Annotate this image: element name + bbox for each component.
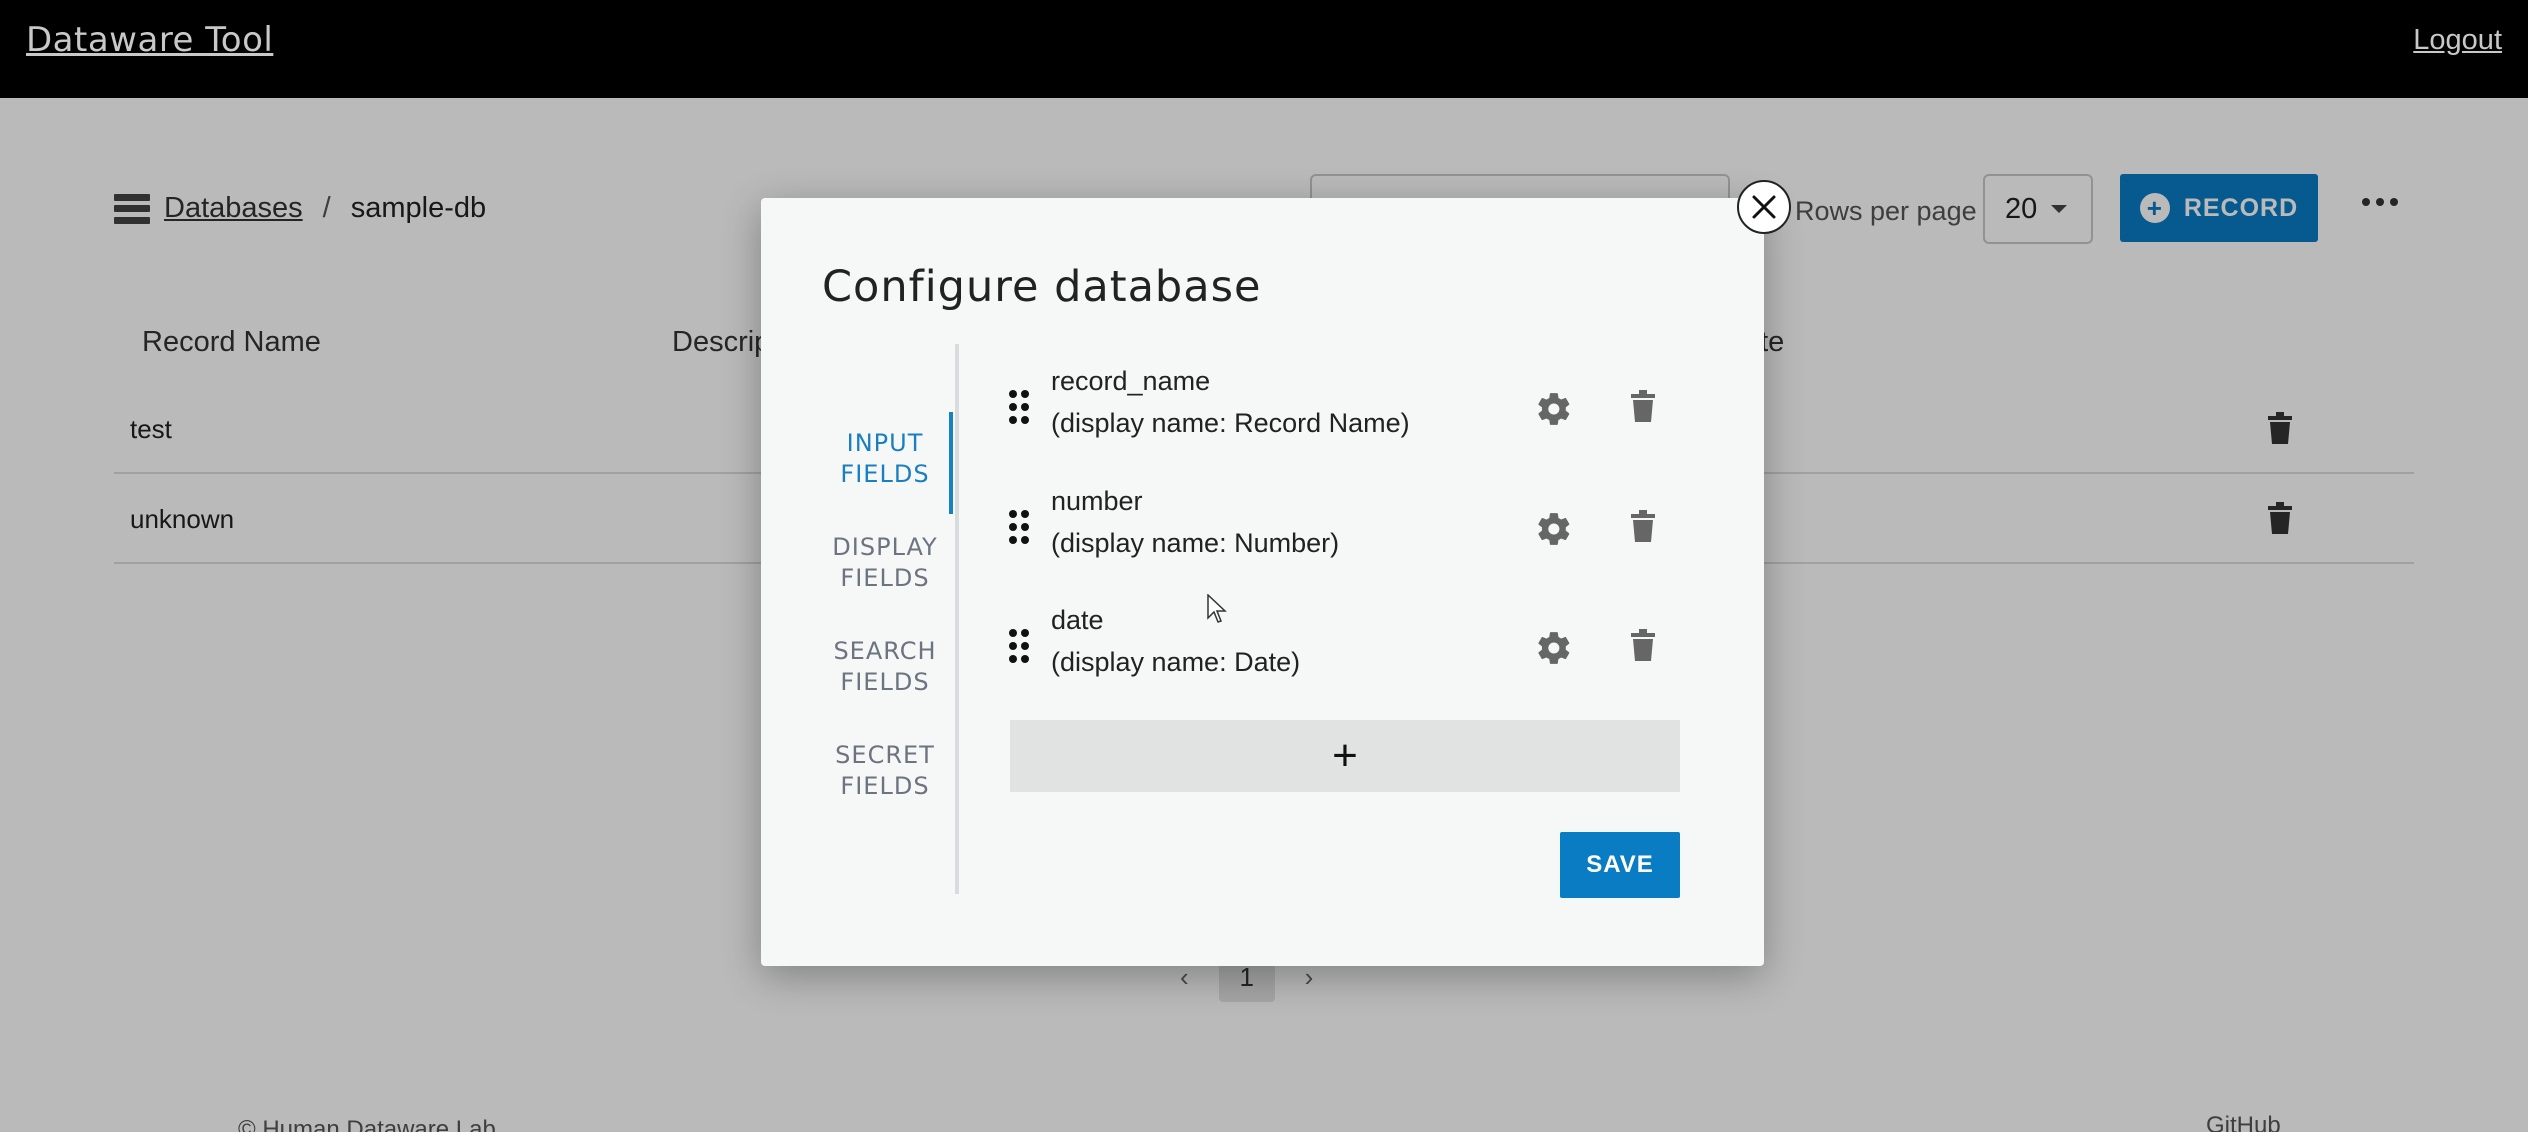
- field-item[interactable]: record_name (display name: Record Name): [1009, 360, 1689, 470]
- gear-icon[interactable]: [1535, 390, 1573, 433]
- trash-icon[interactable]: [1629, 388, 1657, 427]
- field-name: number: [1051, 486, 1143, 516]
- field-item[interactable]: number (display name: Number): [1009, 480, 1689, 590]
- tab-search-fields[interactable]: SEARCH FIELDS: [811, 636, 959, 698]
- field-name: date: [1051, 605, 1104, 635]
- gear-icon[interactable]: [1535, 629, 1573, 672]
- field-display-name: (display name: Number): [1051, 528, 1340, 558]
- field-item[interactable]: date (display name: Date): [1009, 599, 1689, 709]
- field-display-name: (display name: Record Name): [1051, 408, 1410, 438]
- field-display-name: (display name: Date): [1051, 647, 1301, 677]
- field-type-tabs: INPUT FIELDS DISPLAY FIELDS SEARCH FIELD…: [811, 344, 959, 894]
- tab-label-line1: INPUT: [846, 429, 924, 457]
- tab-input-fields[interactable]: INPUT FIELDS: [811, 428, 959, 490]
- tab-label-line2: FIELDS: [840, 772, 930, 800]
- tab-secret-fields[interactable]: SECRET FIELDS: [811, 740, 959, 802]
- logout-link[interactable]: Logout: [2413, 24, 2502, 57]
- configure-database-modal: Configure database INPUT FIELDS DISPLAY …: [761, 198, 1764, 966]
- add-field-button[interactable]: +: [1010, 720, 1680, 792]
- close-icon[interactable]: [1737, 180, 1791, 234]
- mouse-cursor-icon: [1207, 593, 1227, 629]
- tab-label-line1: SEARCH: [833, 637, 937, 665]
- trash-icon[interactable]: [1629, 508, 1657, 547]
- tab-label-line2: FIELDS: [840, 668, 930, 696]
- tab-label-line2: FIELDS: [840, 460, 930, 488]
- gear-icon[interactable]: [1535, 510, 1573, 553]
- tab-display-fields[interactable]: DISPLAY FIELDS: [811, 532, 959, 594]
- tab-label-line1: DISPLAY: [832, 533, 938, 561]
- trash-icon[interactable]: [1629, 627, 1657, 666]
- drag-handle-icon[interactable]: [1009, 629, 1029, 669]
- drag-handle-icon[interactable]: [1009, 390, 1029, 430]
- tab-label-line1: SECRET: [835, 741, 935, 769]
- field-name: record_name: [1051, 366, 1211, 396]
- active-tab-indicator: [949, 412, 953, 514]
- save-button[interactable]: SAVE: [1560, 832, 1680, 898]
- top-navbar: Dataware Tool Logout: [0, 0, 2528, 98]
- brand-link[interactable]: Dataware Tool: [26, 20, 273, 60]
- drag-handle-icon[interactable]: [1009, 510, 1029, 550]
- tab-label-line2: FIELDS: [840, 564, 930, 592]
- modal-title: Configure database: [822, 262, 1262, 312]
